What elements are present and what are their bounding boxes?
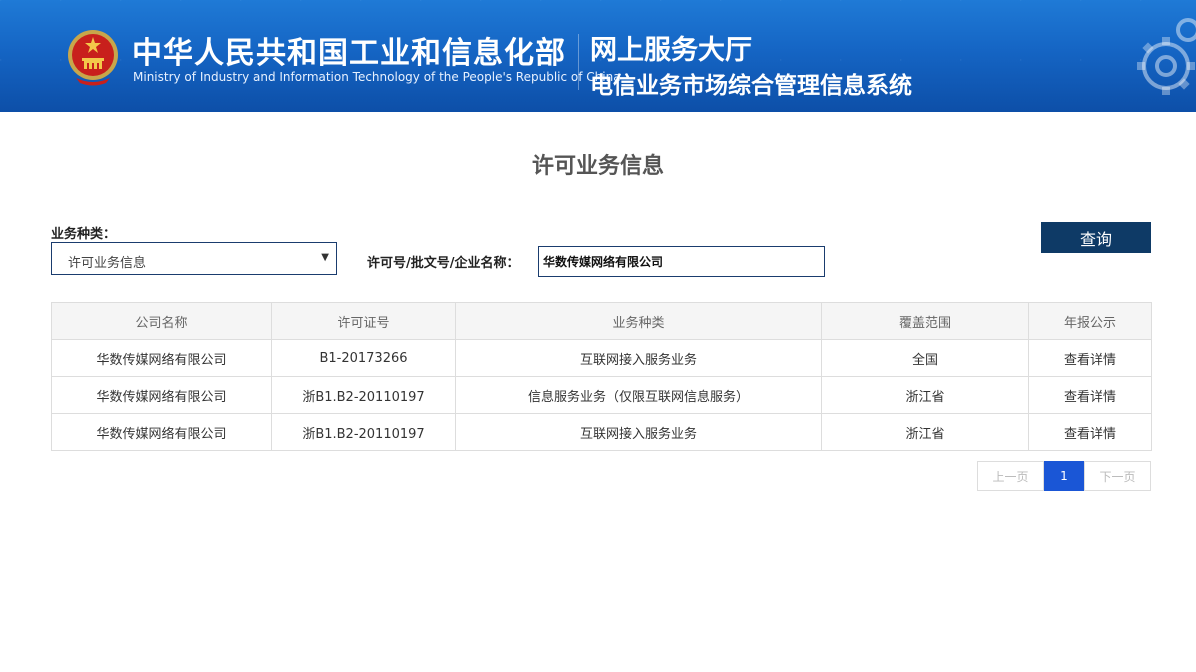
page-number-button[interactable]: 1 (1044, 461, 1084, 491)
column-header-business-type: 业务种类 (455, 302, 822, 340)
cell-company: 华数传媒网络有限公司 (51, 413, 272, 451)
pagination: 上一页 1 下一页 (977, 461, 1151, 491)
cell-license-no: 浙B1.B2-20110197 (271, 376, 456, 414)
cell-coverage: 浙江省 (821, 413, 1029, 451)
business-type-select[interactable]: 许可业务信息 ▼ (51, 242, 337, 275)
keyword-label: 许可号/批文号/企业名称： (367, 256, 520, 271)
results-table: 公司名称 许可证号 业务种类 覆盖范围 年报公示 华数传媒网络有限公司 B1-2… (51, 302, 1152, 451)
page-title: 许可业务信息 (531, 154, 664, 179)
cell-company: 华数传媒网络有限公司 (51, 376, 272, 414)
cell-coverage: 全国 (821, 339, 1029, 377)
cell-business-type: 信息服务业务（仅限互联网信息服务） (455, 376, 822, 414)
cell-license-no: B1-20173266 (271, 339, 456, 377)
table-row: 华数传媒网络有限公司 浙B1.B2-20110197 互联网接入服务业务 浙江省… (51, 413, 1152, 451)
next-page-button[interactable]: 下一页 (1084, 461, 1151, 491)
view-details-link[interactable]: 查看详情 (1028, 376, 1152, 414)
cell-company: 华数传媒网络有限公司 (51, 339, 272, 377)
column-header-license-no: 许可证号 (271, 302, 456, 340)
view-details-link[interactable]: 查看详情 (1028, 413, 1152, 451)
cell-license-no: 浙B1.B2-20110197 (271, 413, 456, 451)
header-banner: 中华人民共和国工业和信息化部 Ministry of Industry and … (0, 0, 1196, 112)
prev-page-button[interactable]: 上一页 (977, 461, 1044, 491)
table-row: 华数传媒网络有限公司 B1-20173266 互联网接入服务业务 全国 查看详情 (51, 339, 1152, 377)
table-header-row: 公司名称 许可证号 业务种类 覆盖范围 年报公示 (51, 302, 1152, 340)
cell-business-type: 互联网接入服务业务 (455, 413, 822, 451)
business-type-label: 业务种类： (51, 227, 117, 242)
ministry-english-name: Ministry of Industry and Information Tec… (133, 70, 621, 84)
table-row: 华数传媒网络有限公司 浙B1.B2-20110197 信息服务业务（仅限互联网信… (51, 376, 1152, 414)
cell-coverage: 浙江省 (821, 376, 1029, 414)
gear-icon (1137, 18, 1196, 95)
business-type-selected-value: 许可业务信息 (68, 256, 147, 271)
online-service-hall-title: 网上服务大厅 (590, 35, 752, 66)
query-button[interactable]: 查询 (1041, 222, 1151, 253)
ministry-chinese-name: 中华人民共和国工业和信息化部 (132, 36, 566, 71)
national-emblem-icon (68, 30, 118, 86)
column-header-coverage: 覆盖范围 (821, 302, 1029, 340)
view-details-link[interactable]: 查看详情 (1028, 339, 1152, 377)
column-header-company: 公司名称 (51, 302, 272, 340)
keyword-input[interactable] (538, 246, 825, 277)
column-header-annual-report: 年报公示 (1028, 302, 1152, 340)
system-title: 电信业务市场综合管理信息系统 (590, 73, 912, 99)
cell-business-type: 互联网接入服务业务 (455, 339, 822, 377)
header-divider (578, 34, 579, 90)
chevron-down-icon: ▼ (321, 252, 329, 263)
